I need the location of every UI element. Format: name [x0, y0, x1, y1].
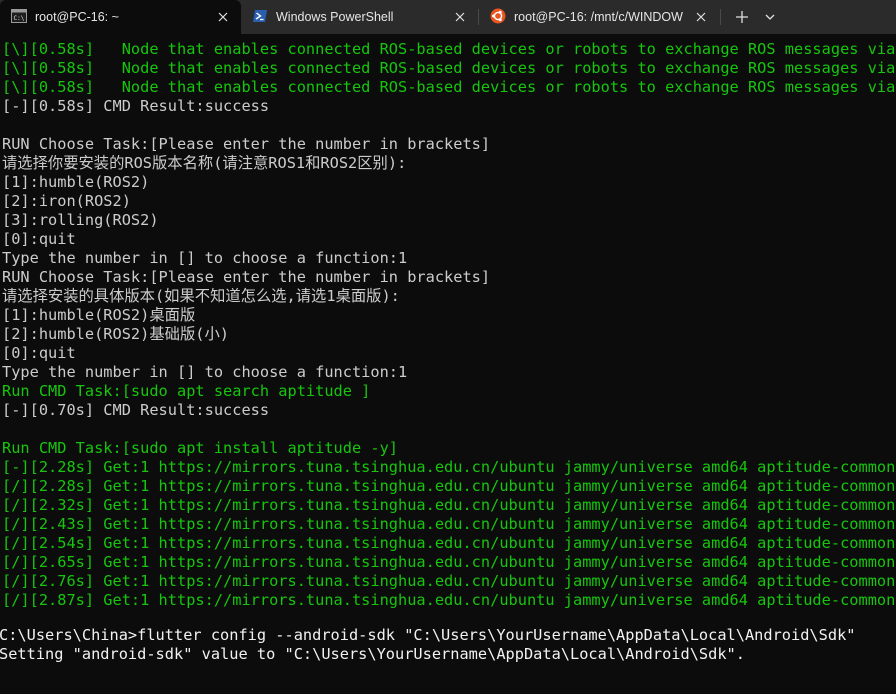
terminal-output[interactable]: [\][0.58s] Node that enables connected R…: [0, 34, 896, 616]
tab-title: root@PC-16: ~: [35, 10, 119, 24]
terminal-line: [-][2.28s] Get:1 https://mirrors.tuna.ts…: [2, 458, 896, 476]
terminal-line: 请选择你要安装的ROS版本名称(请注意ROS1和ROS2区别):: [2, 154, 407, 172]
powershell-icon: [252, 8, 268, 27]
tab-powershell[interactable]: Windows PowerShell: [241, 0, 478, 34]
console-line: Setting "android-sdk" value to "C:\Users…: [0, 645, 745, 663]
terminal-line: Type the number in [] to choose a functi…: [2, 363, 408, 381]
svg-text:C:\: C:\: [14, 15, 25, 22]
close-icon[interactable]: [452, 9, 468, 25]
terminal-line: RUN Choose Task:[Please enter the number…: [2, 135, 491, 153]
tab-root-home[interactable]: C:\ root@PC-16: ~: [0, 0, 241, 34]
chevron-down-icon[interactable]: [758, 6, 782, 28]
console-line: C:\Users\China>flutter config --android-…: [0, 626, 856, 644]
terminal-line: 请选择安装的具体版本(如果不知道怎么选,请选1桌面版):: [2, 287, 400, 305]
terminal-line: [-][0.70s] CMD Result:success: [2, 401, 270, 419]
ubuntu-icon: [490, 8, 506, 27]
terminal-line: [/][2.76s] Get:1 https://mirrors.tuna.ts…: [2, 572, 896, 590]
close-icon[interactable]: [693, 9, 709, 25]
terminal-line: [0]:quit: [2, 344, 76, 362]
terminal-line: Type the number in [] to choose a functi…: [2, 249, 408, 267]
terminal-line: [/][2.54s] Get:1 https://mirrors.tuna.ts…: [2, 534, 896, 552]
terminal-line: [/][2.65s] Get:1 https://mirrors.tuna.ts…: [2, 553, 896, 571]
tab-root-windows[interactable]: root@PC-16: /mnt/c/WINDOW: [479, 0, 719, 34]
terminal-line: [/][2.32s] Get:1 https://mirrors.tuna.ts…: [2, 496, 896, 514]
terminal-line: [/][2.28s] Get:1 https://mirrors.tuna.ts…: [2, 477, 896, 495]
terminal-line: [2]:humble(ROS2)基础版(小): [2, 325, 229, 343]
terminal-line: [/][2.43s] Get:1 https://mirrors.tuna.ts…: [2, 515, 896, 533]
tab-separator: [720, 9, 721, 25]
terminal-line: RUN Choose Task:[Please enter the number…: [2, 268, 491, 286]
terminal-line: [1]:humble(ROS2): [2, 173, 150, 191]
terminal-line: Run CMD Task:[sudo apt search aptitude ]: [2, 382, 371, 400]
console-output[interactable]: C:\Users\China>flutter config --android-…: [0, 618, 896, 694]
terminal-line: [2]:iron(ROS2): [2, 192, 131, 210]
terminal-line: [\][0.58s] Node that enables connected R…: [2, 78, 896, 96]
terminal-line: [/][2.87s] Get:1 https://mirrors.tuna.ts…: [2, 591, 896, 609]
console-icon: C:\: [11, 8, 27, 27]
terminal-line: [\][0.58s] Node that enables connected R…: [2, 40, 896, 58]
terminal-line: [0]:quit: [2, 230, 76, 248]
terminal-line: [3]:rolling(ROS2): [2, 211, 159, 229]
tab-strip: C:\ root@PC-16: ~ Windows PowerShell roo…: [0, 0, 896, 34]
terminal-line: [1]:humble(ROS2)桌面版: [2, 306, 196, 324]
terminal-line: [-][0.58s] CMD Result:success: [2, 97, 270, 115]
terminal-window: C:\ root@PC-16: ~ Windows PowerShell roo…: [0, 0, 896, 694]
new-tab-button[interactable]: [730, 6, 754, 28]
terminal-line: [\][0.58s] Node that enables connected R…: [2, 59, 896, 77]
terminal-line: Run CMD Task:[sudo apt install aptitude …: [2, 439, 399, 457]
tab-title: root@PC-16: /mnt/c/WINDOW: [514, 10, 683, 24]
tab-title: Windows PowerShell: [276, 10, 394, 24]
close-icon[interactable]: [215, 9, 231, 25]
